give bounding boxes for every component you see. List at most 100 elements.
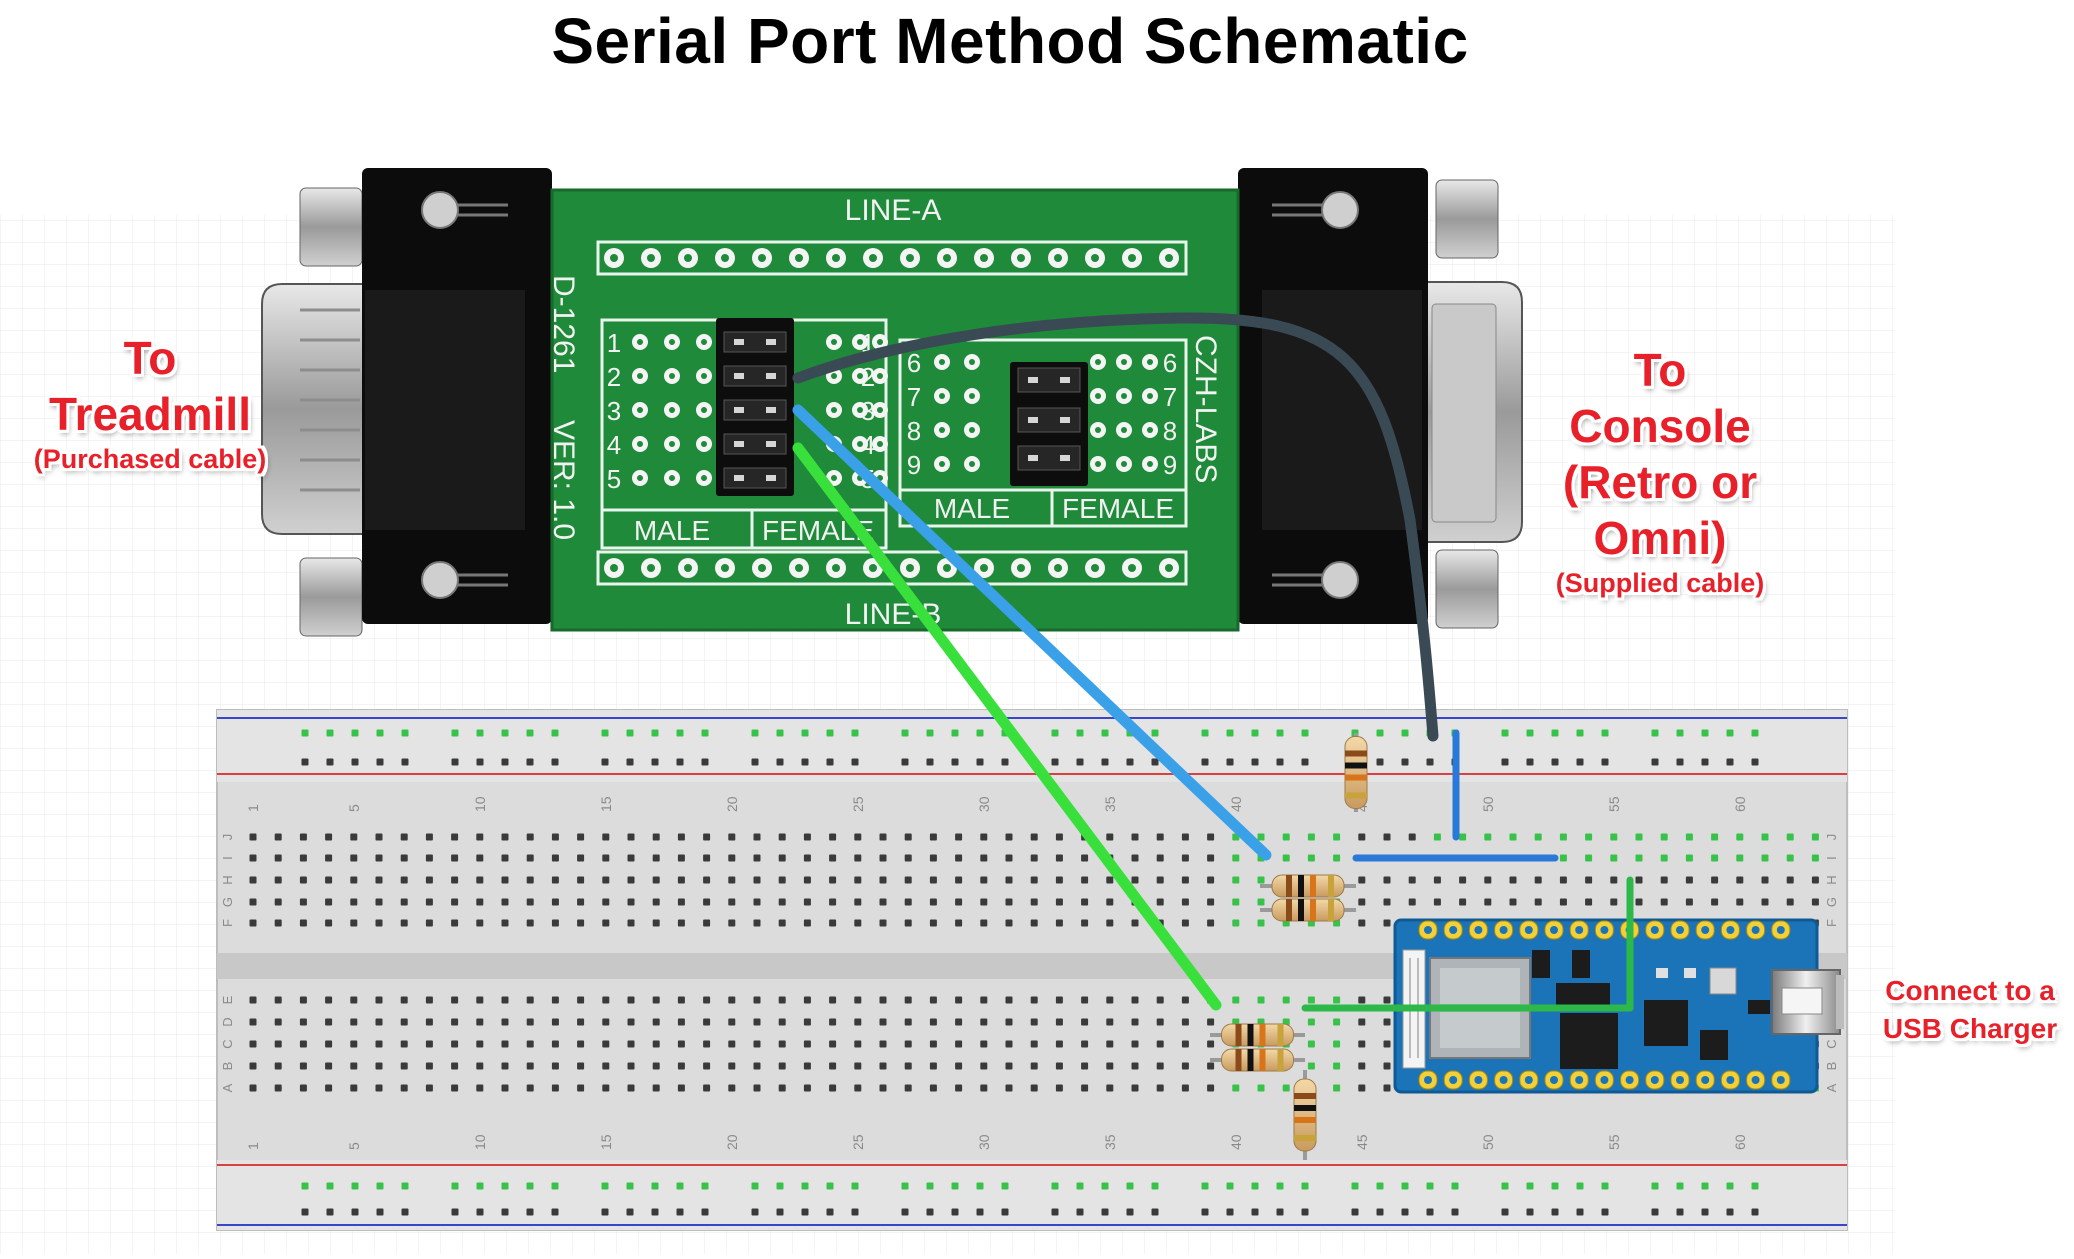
breadboard-hole [627,876,635,884]
breadboard-hole [904,1084,912,1092]
rail-hole [926,1208,934,1216]
rail-hole [951,729,959,737]
jumper-cap [1017,407,1081,433]
breadboard-hole [904,1040,912,1048]
breadboard-hole [1156,876,1164,884]
rail-hole [1601,729,1609,737]
breadboard-hole [1685,833,1693,841]
breadboard-hole [1534,898,1542,906]
pcb-left-male-label: MALE [634,515,710,546]
breadboard-hole [677,876,685,884]
breadboard-hole [1055,1018,1063,1026]
rail-hole [976,1182,984,1190]
rail-hole [1076,729,1084,737]
rail-hole [451,1182,459,1190]
breadboard-hole [728,1062,736,1070]
pcb-pad-hole [877,407,883,413]
breadboard-hole [1509,876,1517,884]
rail-hole [651,1182,659,1190]
breadboard-hole [1685,898,1693,906]
breadboard-hole [350,898,358,906]
rail-hole [1301,1208,1309,1216]
breadboard-hole [1333,833,1341,841]
breadboard-hole [1030,919,1038,927]
breadboard-hole [1786,833,1794,841]
rail-hole [901,729,909,737]
breadboard-hole [1282,833,1290,841]
rail-hole [501,1208,509,1216]
row-letter: D [220,1017,235,1026]
breadboard-hole [1181,876,1189,884]
breadboard-hole [1610,833,1618,841]
breadboard-hole [955,1018,963,1026]
breadboard-hole [1761,833,1769,841]
column-number: 60 [1732,1134,1748,1150]
terminal-hole [832,564,840,572]
breadboard-hole [677,898,685,906]
arduino-pin-hole [1524,926,1533,934]
terminal-hole [684,254,692,262]
jumper-pin [1028,455,1038,461]
breadboard-hole [1207,1018,1215,1026]
breadboard-hole [602,854,610,862]
breadboard-hole [703,1062,711,1070]
resistor-band [1345,792,1367,799]
pcb-pad-hole [701,475,707,481]
breadboard-hole [728,876,736,884]
breadboard-hole [1081,1084,1089,1092]
row-letter: J [220,834,235,841]
treadmill-label: To Treadmill (Purchased cable) [20,330,280,476]
breadboard-hole [1081,919,1089,927]
breadboard-hole [249,1040,257,1048]
breadboard-hole [778,996,786,1004]
breadboard-hole [350,919,358,927]
breadboard-hole [526,833,534,841]
breadboard-hole [627,1084,635,1092]
breadboard-hole [476,898,484,906]
arduino-pin-hole [1424,926,1432,934]
breadboard-hole [1358,1018,1366,1026]
breadboard-hole [476,919,484,927]
breadboard-hole [526,996,534,1004]
breadboard-hole [677,833,685,841]
breadboard-hole [451,1018,459,1026]
column-number: 15 [598,796,614,812]
breadboard-hole [1030,1062,1038,1070]
arduino-pin-hole [1550,1076,1558,1084]
rail-hole [1226,1208,1234,1216]
rail-hole [1376,729,1384,737]
terminal-hole [1165,254,1173,262]
column-number: 1 [245,1142,261,1150]
breadboard-hole [400,833,408,841]
breadboard-hole [602,1062,610,1070]
rail-hole [826,758,834,766]
rail-hole [401,729,409,737]
breadboard-hole [778,854,786,862]
rail-hole [1001,758,1009,766]
resistor-band [1345,762,1367,769]
breadboard-hole [627,919,635,927]
breadboard-hole [299,1040,307,1048]
rail-hole [326,1208,334,1216]
rail-hole [901,1182,909,1190]
breadboard-hole [1030,1040,1038,1048]
rail-hole [301,758,309,766]
breadboard-hole [1559,833,1567,841]
breadboard-hole [955,854,963,862]
rail-hole [801,1208,809,1216]
treadmill-label-main: To Treadmill [49,332,251,440]
terminal-hole [1054,254,1062,262]
breadboard-hole [652,996,660,1004]
breadboard-hole [501,919,509,927]
breadboard-hole [753,996,761,1004]
breadboard-hole [1660,833,1668,841]
breadboard-hole [955,833,963,841]
arduino-pin-hole [1751,1076,1760,1084]
terminal-hole [610,254,618,262]
breadboard-hole [1106,1084,1114,1092]
breadboard-hole [980,1040,988,1048]
breadboard-hole [425,996,433,1004]
breadboard-hole [778,833,786,841]
breadboard-hole [1030,996,1038,1004]
breadboard-hole [1408,833,1416,841]
